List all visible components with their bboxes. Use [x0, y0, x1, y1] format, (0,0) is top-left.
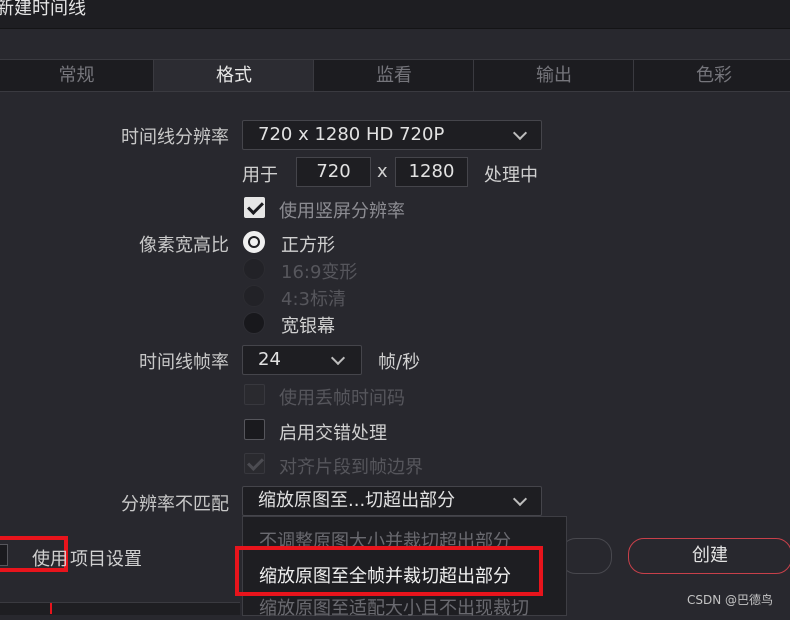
tab-output[interactable]: 输出 [473, 60, 634, 91]
window-title: 新建时间线 [0, 0, 86, 19]
radio-cinemascope[interactable] [243, 312, 265, 334]
mismatch-label: 分辨率不匹配 [121, 494, 229, 515]
interlace-label: 启用交错处理 [279, 423, 387, 444]
timeline-resolution-value: 720 x 1280 HD 720P [258, 124, 445, 145]
playhead-marker [50, 603, 52, 614]
radio-4-3-standard[interactable] [243, 285, 265, 307]
conform-frame-checkbox[interactable] [244, 453, 265, 474]
checkmark-icon [247, 454, 264, 471]
project-settings-label-a: 使用 [32, 549, 68, 570]
settings-tab-bar: 常规 格式 监看 输出 色彩 [0, 59, 790, 92]
radio-square[interactable] [243, 231, 265, 253]
frame-rate-label: 时间线帧率 [139, 352, 229, 373]
watermark: CSDN @巴德鸟 [687, 593, 774, 607]
bottom-strip [0, 602, 240, 615]
tab-format[interactable]: 格式 [153, 60, 314, 91]
pixel-aspect-label: 像素宽高比 [139, 235, 229, 256]
toolbar-strip [0, 29, 790, 59]
radio-16-9-anamorphic[interactable] [243, 258, 265, 280]
dimensions-suffix: 处理中 [484, 165, 538, 186]
chevron-down-icon [330, 350, 346, 366]
timeline-resolution-dropdown[interactable]: 720 x 1280 HD 720P [242, 120, 542, 150]
cancel-button[interactable] [560, 538, 612, 574]
portrait-resolution-checkbox[interactable] [244, 197, 265, 218]
option-scale-fit-no-crop[interactable]: 缩放原图至适配大小且不出现裁切 [259, 594, 529, 620]
drop-frame-checkbox[interactable] [244, 384, 265, 405]
create-button[interactable]: 创建 [628, 538, 790, 574]
radio-cinemascope-label: 宽银幕 [281, 316, 335, 337]
radio-16-9-anamorphic-label: 16:9变形 [281, 262, 358, 283]
drop-frame-label: 使用丢帧时间码 [279, 388, 405, 409]
mismatch-value: 缩放原图至...切超出部分 [258, 490, 456, 511]
frame-rate-value: 24 [258, 349, 281, 370]
tab-monitoring[interactable]: 监看 [313, 60, 474, 91]
timeline-resolution-label: 时间线分辨率 [121, 127, 229, 148]
frame-rate-unit: 帧/秒 [378, 352, 421, 373]
tab-color[interactable]: 色彩 [633, 60, 790, 91]
dimensions-prefix: 用于 [242, 165, 278, 186]
conform-frame-label: 对齐片段到帧边界 [279, 457, 423, 478]
mismatch-dropdown[interactable]: 缩放原图至...切超出部分 [242, 486, 542, 516]
chevron-down-icon [512, 125, 528, 141]
dimensions-separator: x [377, 161, 388, 182]
radio-4-3-standard-label: 4:3标清 [281, 289, 346, 310]
frame-rate-dropdown[interactable]: 24 [242, 345, 362, 375]
radio-square-label: 正方形 [281, 235, 335, 256]
portrait-resolution-label: 使用竖屏分辨率 [279, 201, 405, 222]
title-bar [0, 0, 790, 29]
chevron-down-icon [512, 491, 528, 507]
tab-general[interactable]: 常规 [0, 60, 153, 91]
interlace-checkbox[interactable] [244, 419, 265, 440]
project-settings-label-b: 项目设置 [70, 549, 142, 570]
project-settings-checkbox[interactable] [0, 544, 8, 566]
checkmark-icon [247, 198, 264, 215]
height-input[interactable]: 1280 [395, 157, 468, 187]
width-input[interactable]: 720 [296, 157, 371, 187]
highlight-box-selected-option [235, 546, 543, 596]
